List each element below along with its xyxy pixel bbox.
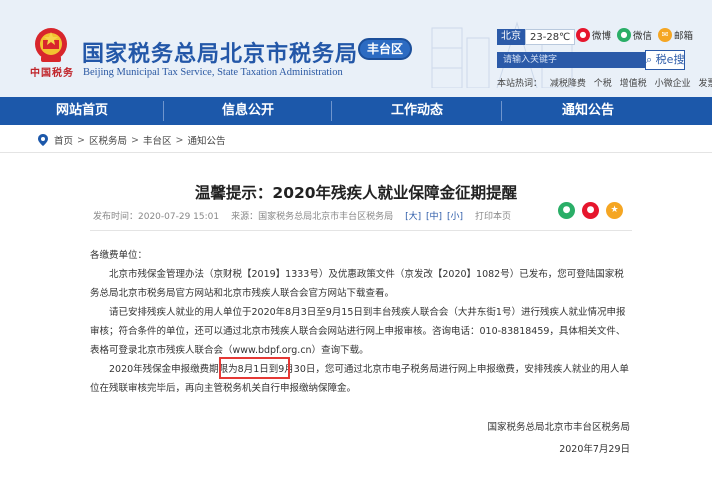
print-link[interactable]: 打印本页 xyxy=(475,209,511,222)
search-button-label: 税e搜 xyxy=(655,53,685,66)
mail-icon: ✉ xyxy=(658,28,673,42)
search-icon: ⌕ xyxy=(646,53,653,66)
paragraph: 北京市残保金管理办法（京财税【2019】1333号）及优惠政策文件（京发改【20… xyxy=(90,269,624,299)
weather-city: 北京 xyxy=(497,29,525,45)
wechat-label: 微信 xyxy=(633,31,653,42)
social-links: ● 微博 ● 微信 ✉ 邮箱 xyxy=(576,28,693,42)
favorite-icon[interactable]: ★ xyxy=(606,202,623,219)
hot-words-label: 本站热词： xyxy=(497,79,543,89)
breadcrumb-fengtai[interactable]: 丰台区 xyxy=(143,133,172,147)
hot-word[interactable]: 发票 xyxy=(698,79,712,89)
article-source: 来源：国家税务总局北京市丰台区税务局 xyxy=(231,212,394,222)
nav-label: 信息公开 xyxy=(221,103,274,118)
nav-news[interactable]: 工作动态 xyxy=(332,97,502,125)
deadline-highlight-box xyxy=(219,357,290,379)
mail-link[interactable]: ✉ 邮箱 xyxy=(658,28,693,42)
breadcrumb-separator: > xyxy=(175,134,184,146)
site-header: 中国税务 国家税务总局北京市税务局 Beijing Municipal Tax … xyxy=(0,0,712,97)
breadcrumb-separator: > xyxy=(77,134,85,146)
location-pin-icon xyxy=(38,134,48,146)
search-input[interactable]: 请输入关键字 xyxy=(497,52,645,68)
hot-word[interactable]: 减税降费 xyxy=(550,79,586,89)
weibo-label: 微博 xyxy=(592,31,612,42)
weibo-link[interactable]: ● 微博 xyxy=(576,28,611,42)
breadcrumb-district-bureau[interactable]: 区税务局 xyxy=(89,133,127,147)
mail-label: 邮箱 xyxy=(674,31,694,42)
site-subtitle: Beijing Municipal Tax Service, State Tax… xyxy=(83,67,343,78)
publish-time: 发布时间：2020-07-29 15:01 xyxy=(93,212,220,222)
font-size-medium[interactable]: [中] xyxy=(426,212,442,222)
paragraph: 2020年残保金申报缴费期限为8月1日到9月30日，您可通过北京市电子税务局进行… xyxy=(90,364,629,394)
weibo-share-icon[interactable]: ● xyxy=(582,202,599,219)
article-body: 各缴费单位： 北京市残保金管理办法（京财税【2019】1333号）及优惠政策文件… xyxy=(90,246,630,398)
article-title: 温馨提示：2020年残疾人就业保障金征期提醒 xyxy=(194,184,518,202)
breadcrumb-separator: > xyxy=(131,134,139,146)
signature-block: 国家税务总局北京市丰台区税务局 2020年7月29日 xyxy=(487,417,630,461)
emblem-caption: 中国税务 xyxy=(30,68,74,79)
signature-date: 2020年7月29日 xyxy=(559,444,630,455)
breadcrumb-notices[interactable]: 通知公告 xyxy=(187,133,225,147)
hot-word[interactable]: 个税 xyxy=(594,79,612,89)
wechat-icon: ● xyxy=(617,28,632,42)
nav-notices[interactable]: 通知公告 xyxy=(502,97,674,125)
national-emblem-icon xyxy=(35,28,67,62)
signature: 国家税务总局北京市丰台区税务局 xyxy=(487,422,630,433)
salutation: 各缴费单位： xyxy=(90,250,148,261)
breadcrumb-divider xyxy=(0,152,712,153)
search-button[interactable]: ⌕ 税e搜 xyxy=(645,50,685,70)
hot-word[interactable]: 小微企业 xyxy=(655,79,691,89)
nav-label: 工作动态 xyxy=(390,103,443,118)
hot-word[interactable]: 增值税 xyxy=(620,79,647,89)
font-size-controls: [大] [中] [小] xyxy=(405,209,465,222)
wechat-share-icon[interactable]: ● xyxy=(558,202,575,219)
nav-home[interactable]: 网站首页 xyxy=(0,97,164,125)
paragraph: 请已安排残疾人就业的用人单位于2020年8月3日至9月15日到丰台残疾人联合会（… xyxy=(90,307,626,356)
nav-info[interactable]: 信息公开 xyxy=(164,97,332,125)
font-size-small[interactable]: [小] xyxy=(447,212,463,222)
main-nav: 网站首页 信息公开 工作动态 通知公告 xyxy=(0,97,712,125)
weather-temp: 23-28℃ xyxy=(525,29,576,45)
district-badge[interactable]: 丰台区 xyxy=(358,38,412,60)
breadcrumb-home[interactable]: 首页 xyxy=(54,133,73,147)
site-title[interactable]: 国家税务总局北京市税务局 xyxy=(82,36,358,68)
wechat-link[interactable]: ● 微信 xyxy=(617,28,652,42)
meta-divider xyxy=(90,230,632,231)
nav-label: 通知公告 xyxy=(561,103,614,118)
weather-widget: 北京 23-28℃ xyxy=(497,29,576,45)
font-size-large[interactable]: [大] xyxy=(405,212,421,222)
hot-words: 本站热词： 减税降费 个税 增值税 小微企业 发票 xyxy=(497,76,712,89)
article-meta: 发布时间：2020-07-29 15:01 来源：国家税务总局北京市丰台区税务局… xyxy=(93,209,511,222)
weibo-icon: ● xyxy=(576,28,590,42)
nav-label: 网站首页 xyxy=(55,103,108,118)
share-buttons: ● ● ★ xyxy=(558,202,623,219)
breadcrumb: 首页 > 区税务局 > 丰台区 > 通知公告 xyxy=(38,133,225,147)
